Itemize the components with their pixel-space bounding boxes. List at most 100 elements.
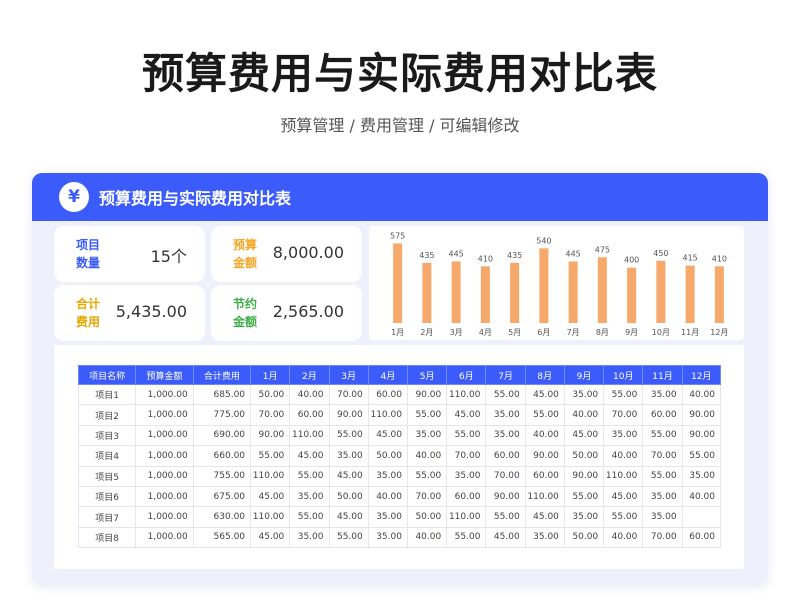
table-cell: 55.00 bbox=[524, 404, 565, 426]
table-header-cell: 7月 bbox=[485, 365, 526, 385]
table-cell: 90.00 bbox=[681, 404, 722, 426]
table-cell: 55.00 bbox=[485, 506, 526, 528]
table-cell: 110.00 bbox=[250, 465, 291, 487]
page-title: 预算费用与实际费用对比表 bbox=[141, 49, 658, 98]
table-cell: 35.00 bbox=[563, 383, 605, 406]
table-header-row: 项目名称 预算金额 合计费用 1月 2月 3月 4月 5月 6月 7月 8月 9月 10月 11月 12月 bbox=[77, 365, 722, 385]
table-cell: 1,000.00 bbox=[135, 404, 194, 426]
table-header-cell: 2月 bbox=[289, 365, 330, 385]
chart-data-label: 410 bbox=[478, 254, 493, 263]
table-cell: 35.00 bbox=[563, 506, 605, 528]
table-cell: 项目1 bbox=[77, 383, 137, 406]
table-cell: 35.00 bbox=[681, 465, 722, 487]
table-cell: 55.00 bbox=[446, 424, 487, 447]
table-cell: 70.00 bbox=[642, 445, 683, 467]
chart-bar bbox=[568, 261, 578, 323]
table-cell: 35.00 bbox=[642, 383, 683, 406]
chart-x-tick-label: 6月 bbox=[537, 328, 550, 337]
table-header-cell: 11月 bbox=[642, 365, 683, 385]
table-cell: 1,000.00 bbox=[135, 383, 194, 406]
stat-budget-amount-label: 预算金额 bbox=[233, 238, 258, 270]
table-cell: 项目4 bbox=[77, 445, 137, 467]
stat-total-cost: 合计费用 5,435.00 bbox=[54, 285, 205, 341]
chart-data-label: 450 bbox=[653, 249, 668, 258]
table-cell: 70.00 bbox=[328, 383, 369, 406]
table-cell: 45.00 bbox=[446, 404, 487, 426]
table-cell: 90.00 bbox=[250, 424, 291, 447]
chart-x-tick-label: 10月 bbox=[652, 328, 670, 337]
table-header-cell: 3月 bbox=[328, 365, 369, 385]
stat-saving-amount-value: 2,565.00 bbox=[272, 302, 344, 321]
table-row: 项目7 1,000.00 630.00 110.00 55.00 45.00 35.00 50… bbox=[77, 506, 722, 528]
table-cell: 40.00 bbox=[603, 445, 644, 467]
table-cell: 55.00 bbox=[328, 424, 369, 447]
table-cell: 35.00 bbox=[524, 526, 565, 549]
cost-table: 项目名称 预算金额 合计费用 1月 2月 3月 4月 5月 6月 7月 8月 9月 10月 11月 12月 … bbox=[77, 365, 722, 549]
chart-x-tick-label: 5月 bbox=[508, 328, 521, 337]
table-cell: 项目5 bbox=[77, 465, 137, 487]
table-cell: 35.00 bbox=[289, 526, 330, 549]
table-cell: 90.00 bbox=[485, 485, 526, 508]
table-cell: 90.00 bbox=[563, 465, 605, 487]
table-header-cell: 10月 bbox=[603, 365, 644, 385]
table-cell: 55.00 bbox=[603, 383, 644, 406]
table-cell: 110.00 bbox=[524, 485, 565, 508]
chart-bar bbox=[422, 262, 432, 323]
stat-total-cost-value: 5,435.00 bbox=[115, 302, 187, 321]
stat-budget-amount-value: 8,000.00 bbox=[272, 243, 344, 262]
table-cell: 50.00 bbox=[563, 526, 605, 549]
table-row: 项目6 1,000.00 675.00 45.00 35.00 50.00 40.00 70.… bbox=[77, 485, 722, 508]
table-cell: 45.00 bbox=[563, 424, 605, 447]
chart-data-label: 575 bbox=[390, 231, 405, 240]
table-row: 项目3 1,000.00 690.00 90.00 110.00 55.00 45.00 35… bbox=[77, 424, 722, 447]
stat-saving-amount-label: 节约金额 bbox=[233, 297, 258, 329]
table-cell: 40.00 bbox=[603, 526, 644, 549]
table-cell: 45.00 bbox=[328, 465, 369, 487]
table-row: 项目8 1,000.00 565.00 45.00 35.00 55.00 35.00 40.… bbox=[77, 526, 722, 549]
table-cell: 35.00 bbox=[367, 465, 408, 487]
table-cell: 55.00 bbox=[446, 526, 487, 549]
table-row: 项目2 1,000.00 775.00 70.00 60.00 90.00 110.00 55… bbox=[77, 404, 722, 426]
table-cell: 55.00 bbox=[406, 404, 448, 426]
table-cell: 45.00 bbox=[289, 445, 330, 467]
chart-x-tick-label: 7月 bbox=[567, 328, 580, 337]
comparison-card: ¥ 预算费用与实际费用对比表 项目数量 15个 预算金额 8,000.00 合计… bbox=[32, 173, 768, 585]
chart-data-label: 410 bbox=[712, 254, 727, 263]
chart-data-label: 400 bbox=[624, 256, 639, 265]
table-cell: 40.00 bbox=[563, 404, 605, 426]
stat-budget-amount: 预算金额 8,000.00 bbox=[211, 226, 362, 282]
chart-bar bbox=[656, 260, 666, 323]
table-header-cell: 预算金额 bbox=[135, 365, 194, 385]
stat-item-count-value: 15个 bbox=[150, 247, 187, 266]
chart-data-label: 435 bbox=[507, 251, 522, 260]
table-header-cell: 12月 bbox=[681, 365, 722, 385]
table-cell: 40.00 bbox=[406, 445, 448, 467]
table-cell: 项目3 bbox=[77, 424, 137, 447]
table-cell: 50.00 bbox=[406, 506, 448, 528]
table-cell: 110.00 bbox=[603, 465, 644, 487]
monthly-cost-chart: 575 1月 435 2月 445 3月 410 4月 435 5月 540 6月 445 7月 475 8月… bbox=[369, 226, 744, 340]
table-cell: 55.00 bbox=[406, 465, 448, 487]
chart-x-tick-label: 1月 bbox=[391, 328, 404, 337]
chart-data-label: 475 bbox=[595, 245, 610, 254]
chart-bar bbox=[685, 265, 695, 323]
table-cell: 1,000.00 bbox=[135, 424, 194, 447]
table-header-cell: 合计费用 bbox=[192, 365, 252, 385]
table-cell: 110.00 bbox=[446, 506, 487, 528]
table-cell: 630.00 bbox=[192, 506, 252, 528]
table-cell: 40.00 bbox=[681, 383, 722, 406]
chart-bar bbox=[510, 262, 520, 323]
table-cell: 90.00 bbox=[406, 383, 448, 406]
table-cell: 90.00 bbox=[328, 404, 369, 426]
chart-bar bbox=[539, 248, 549, 323]
table-cell: 1,000.00 bbox=[135, 506, 194, 528]
table-cell: 40.00 bbox=[367, 485, 408, 508]
table-cell: 1,000.00 bbox=[135, 465, 194, 487]
table-cell: 60.00 bbox=[367, 383, 408, 406]
table-cell: 50.00 bbox=[367, 445, 408, 467]
table-panel: 项目名称 预算金额 合计费用 1月 2月 3月 4月 5月 6月 7月 8月 9月 10月 11月 12月 … bbox=[54, 345, 744, 569]
table-cell: 45.00 bbox=[603, 485, 644, 508]
table-cell: 55.00 bbox=[642, 465, 683, 487]
chart-x-tick-label: 9月 bbox=[625, 328, 638, 337]
table-cell: 项目2 bbox=[77, 404, 137, 426]
